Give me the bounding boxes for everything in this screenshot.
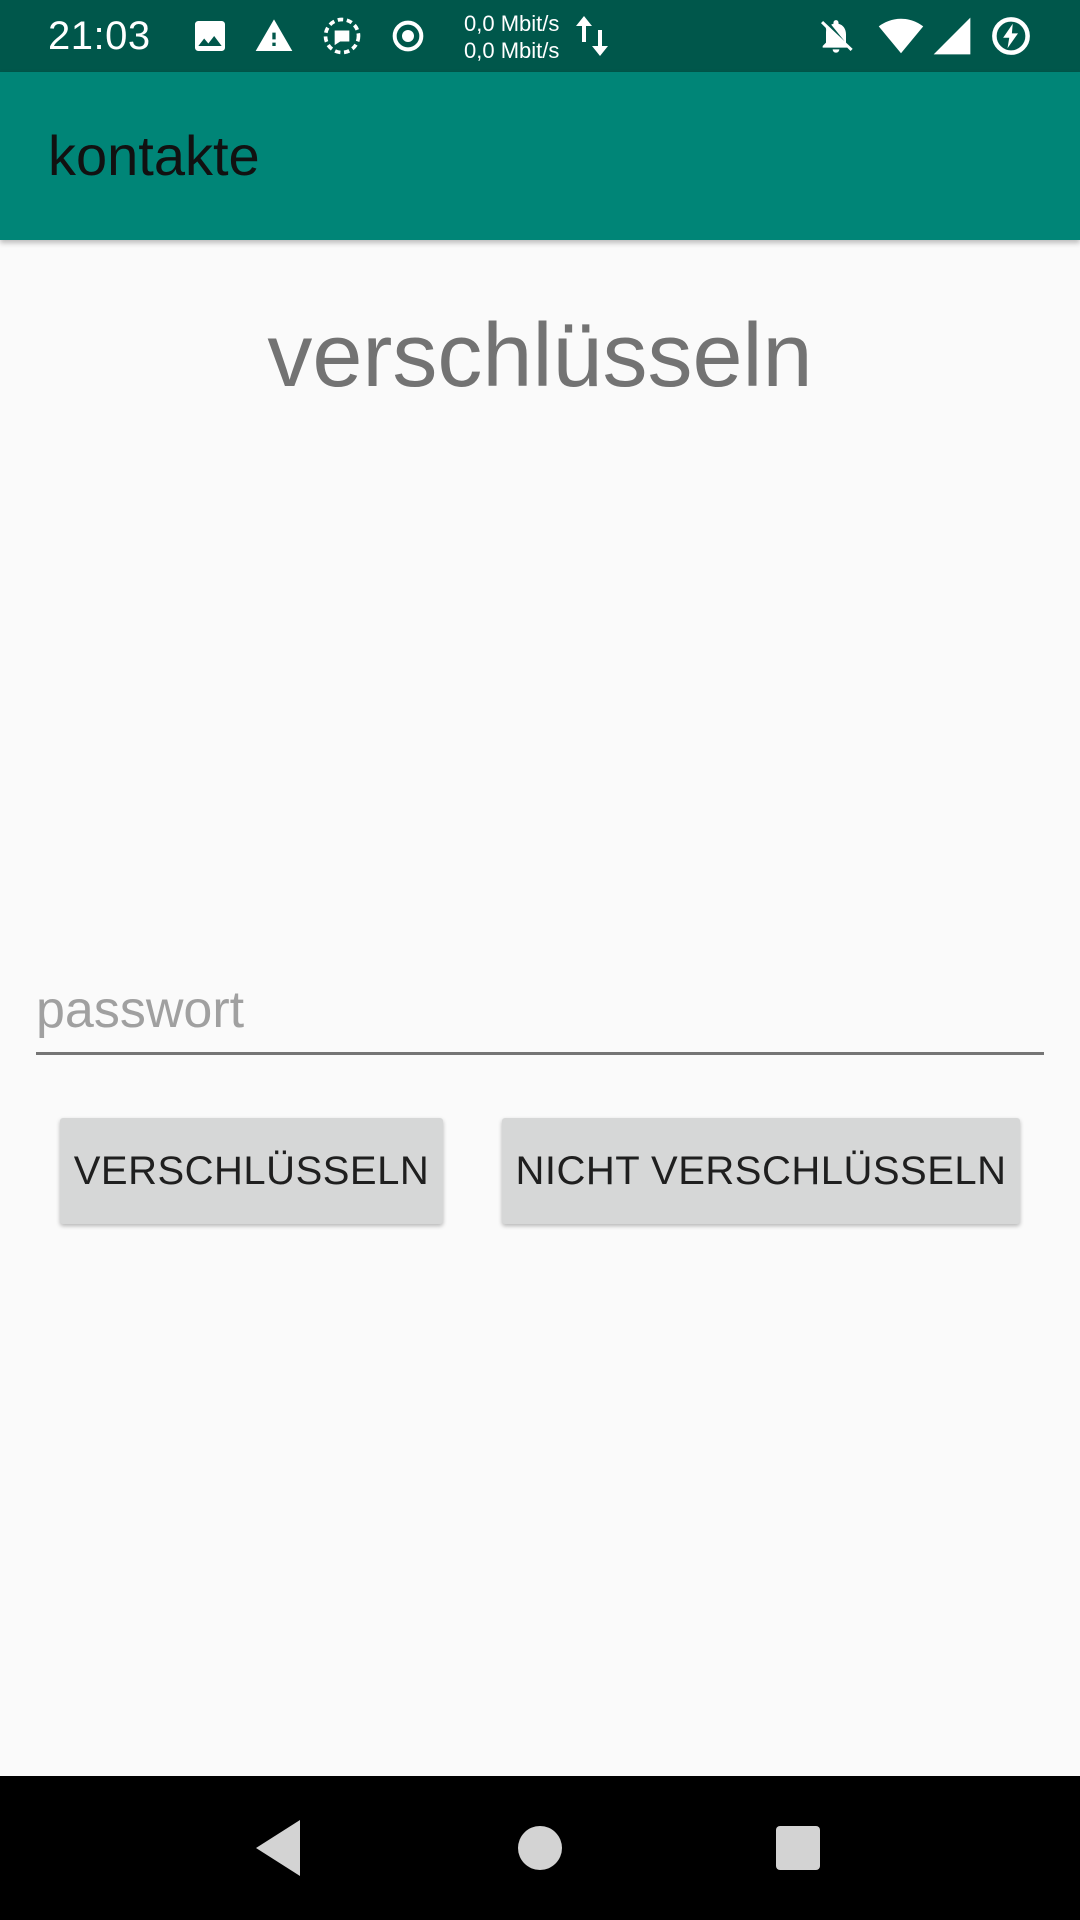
recents-icon[interactable] [758, 1808, 838, 1888]
status-bar: 21:03 0,0 Mbit/s 0,0 Mbit/s [0, 0, 1080, 72]
warning-icon [255, 19, 293, 51]
data-arrows-icon [576, 16, 608, 56]
encrypt-button[interactable]: VERSCHLÜSSELN [60, 1118, 443, 1224]
home-icon[interactable] [500, 1808, 580, 1888]
app-title: kontakte [48, 124, 260, 187]
back-icon[interactable] [240, 1808, 320, 1888]
status-time: 21:03 [48, 14, 151, 58]
password-input[interactable] [36, 972, 1044, 1048]
wifi-icon [878, 18, 924, 54]
password-field[interactable] [36, 972, 1044, 1055]
app-bar: kontakte [0, 72, 1080, 240]
no-encrypt-button[interactable]: NICHT VERSCHLÜSSELN [502, 1118, 1020, 1224]
notifications-off-icon [821, 20, 853, 53]
network-speed: 0,0 Mbit/s 0,0 Mbit/s [464, 10, 559, 64]
sync-chat-icon [323, 17, 361, 55]
net-up-text: 0,0 Mbit/s [464, 11, 560, 36]
net-down-text: 0,0 Mbit/s [464, 38, 560, 63]
battery-charging-icon [992, 17, 1030, 55]
navigation-bar [0, 1776, 1080, 1920]
image-icon [195, 21, 225, 51]
page-heading: verschlüsseln [267, 306, 813, 406]
cell-signal-icon [933, 17, 971, 55]
record-icon [392, 20, 424, 52]
